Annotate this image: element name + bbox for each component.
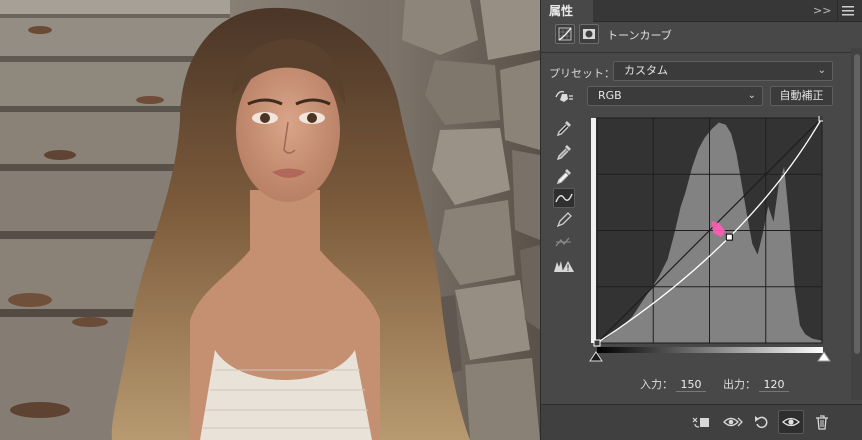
panel-menu-button[interactable] (837, 0, 857, 22)
curve-point-tool-button[interactable] (553, 188, 575, 208)
tab-properties[interactable]: 属性 (541, 0, 593, 22)
auto-button[interactable]: 自動補正 (770, 86, 833, 106)
input-value-field[interactable]: 150 (676, 378, 706, 392)
pencil-tool-icon (556, 212, 572, 228)
collapse-panel-button[interactable]: >> (813, 0, 831, 22)
reset-icon (755, 416, 768, 429)
view-previous-icon (723, 417, 743, 427)
photo-canvas[interactable] (0, 0, 540, 440)
portrait-photo (0, 0, 540, 440)
curve-graph[interactable] (591, 116, 823, 348)
chevron-down-icon: ⌄ (817, 65, 826, 76)
visibility-eye-icon (782, 417, 800, 427)
clip-to-layer-button[interactable] (688, 410, 714, 434)
smooth-icon (555, 237, 571, 247)
preset-value: カスタム (624, 64, 668, 77)
properties-panel: 属性 >> トーンカーブ プリセット： カスタム ⌄ RGB ⌄ 自動補正 入力… (540, 0, 862, 440)
output-value-field[interactable]: 120 (759, 378, 789, 392)
preset-dropdown[interactable]: カスタム ⌄ (613, 61, 833, 81)
clipping-warning-icon (554, 261, 574, 272)
panel-tab-bar: 属性 >> (541, 0, 862, 22)
layer-mask-icon[interactable] (579, 24, 599, 44)
output-label: 出力： (723, 378, 756, 391)
curves-adjustment-icon[interactable] (555, 24, 575, 44)
black-point-slider[interactable] (589, 351, 603, 363)
trash-icon (816, 415, 828, 430)
black-point-eyedropper-button[interactable] (553, 118, 575, 138)
clip-to-layer-icon (692, 417, 709, 428)
control-point (593, 339, 601, 347)
smooth-button[interactable] (553, 232, 575, 252)
control-point (818, 116, 823, 122)
white-point-slider[interactable] (817, 351, 831, 363)
input-gradient-bar (597, 347, 823, 353)
panel-scrollbar[interactable] (851, 48, 862, 400)
delete-button[interactable] (809, 410, 835, 434)
panel-bottom-bar (541, 404, 862, 440)
input-output-row: 入力： 150 出力： 120 (640, 376, 789, 392)
target-adjust-icon[interactable] (553, 88, 575, 106)
hamburger-menu-icon (841, 6, 854, 16)
white-point-eyedropper-icon (556, 169, 571, 185)
pencil-tool-button[interactable] (553, 210, 575, 230)
header-divider (541, 52, 851, 53)
view-previous-button[interactable] (720, 410, 746, 434)
black-point-eyedropper-icon (556, 121, 571, 137)
scrollbar-thumb[interactable] (854, 54, 860, 354)
gray-point-eyedropper-button[interactable] (553, 142, 575, 162)
input-label: 入力： (640, 378, 673, 391)
selected-control-point (725, 233, 733, 241)
white-point-eyedropper-button[interactable] (553, 166, 575, 186)
channel-dropdown[interactable]: RGB ⌄ (587, 86, 763, 106)
clipping-warning-button[interactable] (553, 256, 575, 276)
channel-value: RGB (598, 89, 622, 102)
gray-point-eyedropper-icon (556, 145, 571, 161)
preset-label: プリセット： (549, 67, 615, 80)
chevron-down-icon: ⌄ (747, 90, 756, 101)
curve-point-tool-icon (555, 193, 573, 203)
visibility-toggle-button[interactable] (778, 410, 804, 434)
output-gradient-edge (591, 118, 596, 343)
adjustment-title: トーンカーブ (607, 29, 672, 42)
reset-button[interactable] (749, 410, 775, 434)
